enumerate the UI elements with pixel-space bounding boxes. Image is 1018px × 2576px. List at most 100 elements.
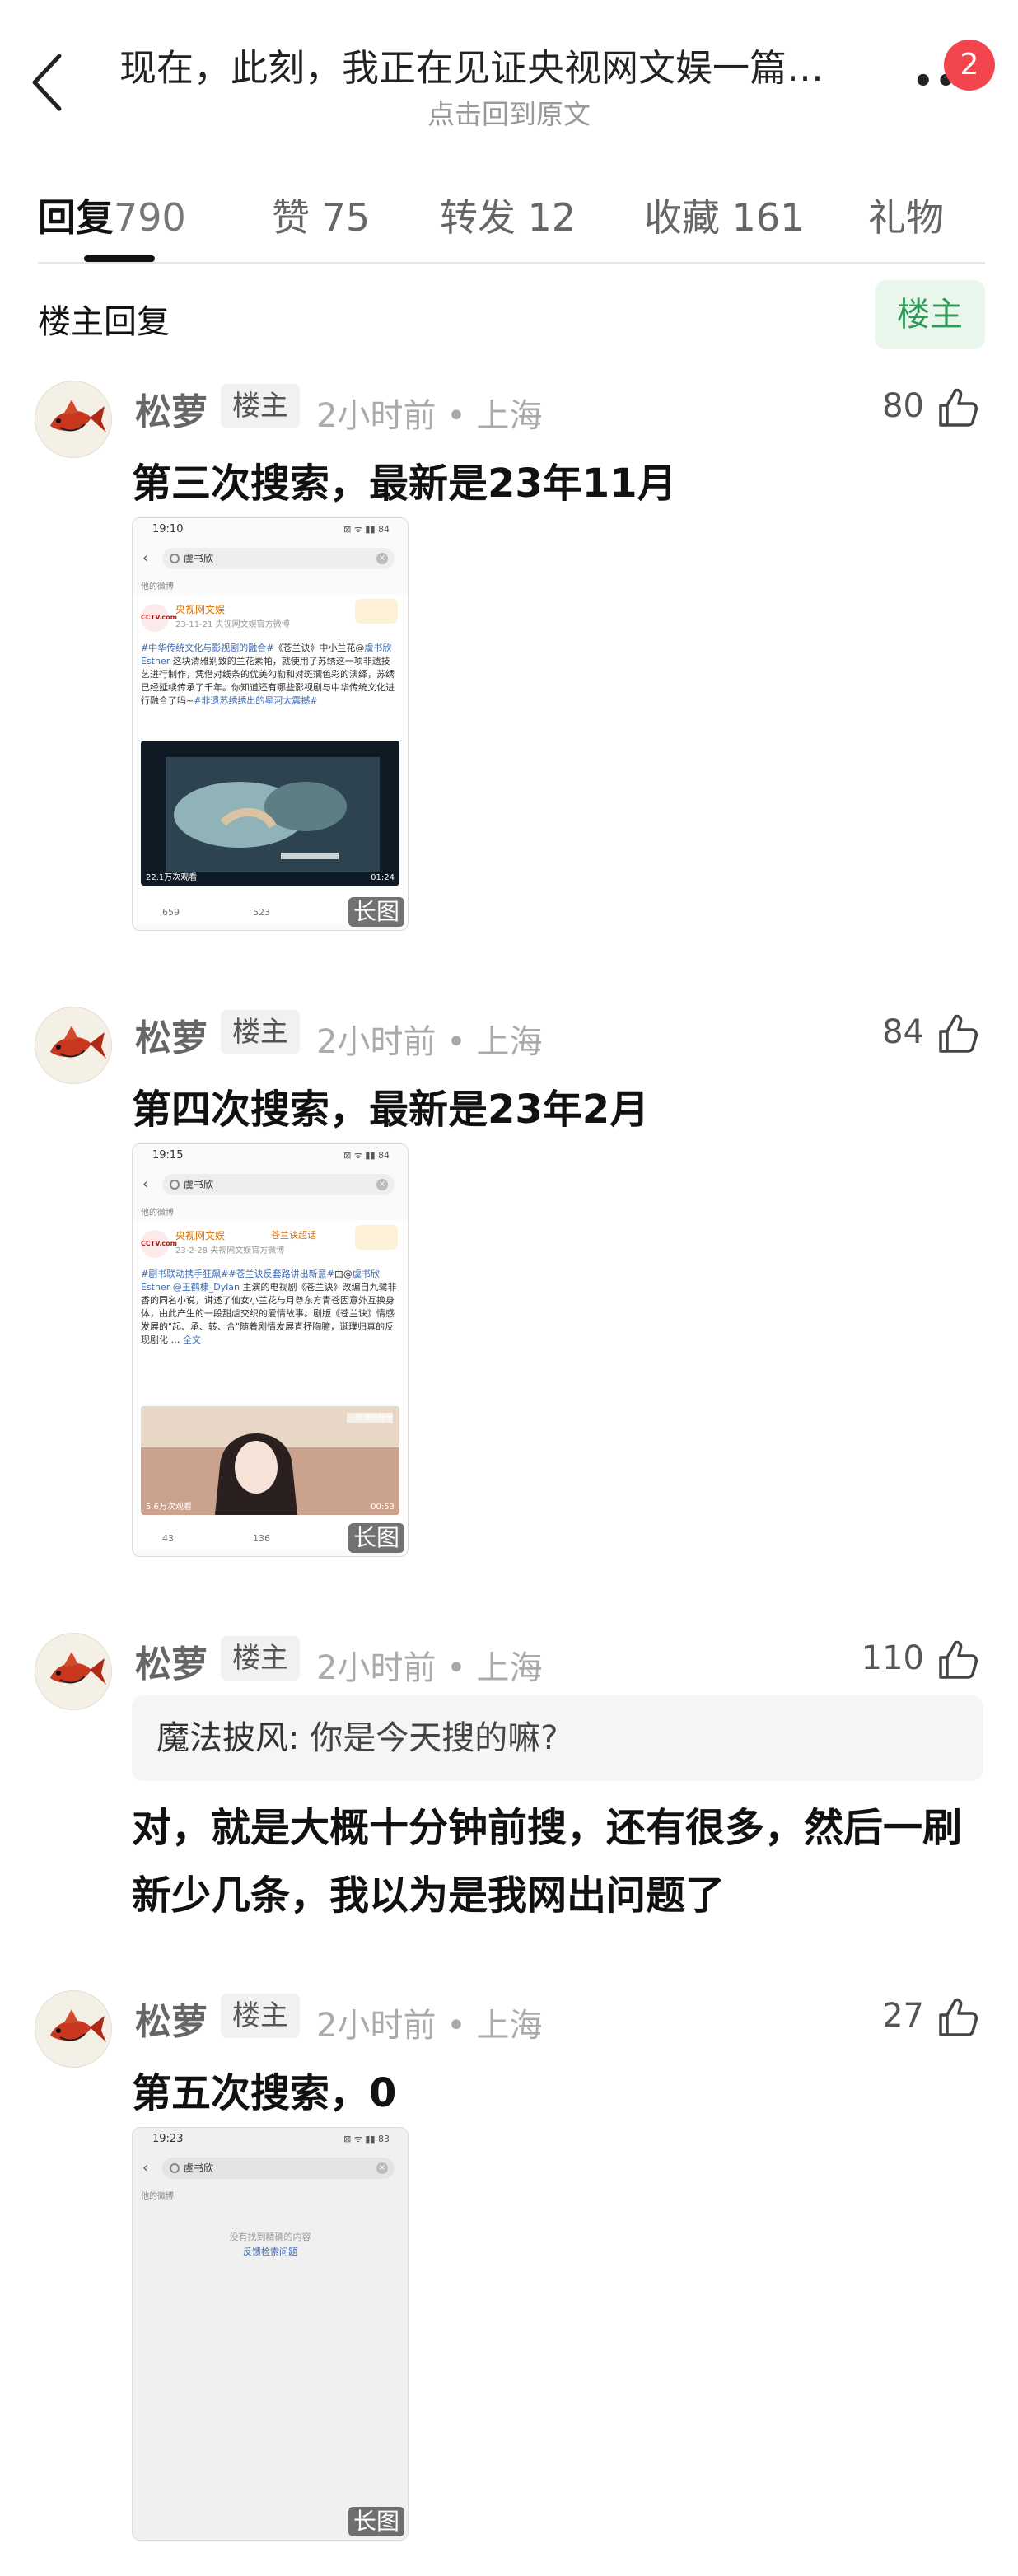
quoted-reply[interactable]: 魔法披风: 你是今天搜的嘛? — [132, 1695, 983, 1781]
comment-item: 松萝 楼主 2小时前 • 上海 80 第三次搜索，最新是23年11月 19:10… — [0, 381, 1018, 957]
commenter-name[interactable]: 松萝 — [135, 1008, 208, 1061]
commenter-name[interactable]: 松萝 — [135, 1634, 208, 1687]
post-title[interactable]: 现在，此刻，我正在见证央视网文娱一篇… — [119, 38, 894, 91]
thumb-topic-tag: 苍兰诀超话 — [271, 1230, 316, 1241]
thumb-video: 微博视频号 5.6万次观看 00:53 — [141, 1406, 399, 1515]
long-image-tag: 长图 — [348, 2507, 404, 2536]
thumb-feedback-link: 反馈检索问题 — [243, 2246, 297, 2257]
thumb-text: 由@ — [334, 1269, 353, 1279]
long-image-tag: 长图 — [348, 897, 404, 927]
thumb-post-text: #中华传统文化与影视剧的融合#《苍兰诀》中小兰花@虞书欣Esther 这块清雅别… — [141, 642, 398, 708]
thumb-clear-icon: × — [376, 1179, 388, 1190]
tab-reposts-count: 12 — [527, 195, 577, 240]
comment-text: 第四次搜索，最新是23年2月 — [132, 1087, 650, 1133]
goldfish-avatar-icon — [35, 1007, 111, 1083]
thumb-hashtag: #中华传统文化与影视剧的融合# — [141, 643, 274, 653]
thumb-video-views: 22.1万次观看 — [146, 873, 198, 882]
avatar[interactable] — [35, 1990, 112, 2068]
thumb-back-icon: ‹ — [142, 1176, 149, 1193]
thumb-clear-icon: × — [376, 2162, 388, 2174]
thumb-weibo-card: CCTV.com 央视网文娱 23-11-21 央视网文娱官方微博 #中华传统文… — [133, 594, 408, 923]
thumb-post-text: #剧书联动携手狂飙##苍兰诀反套路讲出新意#由@虞书欣Esther @王鹤棣_D… — [141, 1268, 398, 1347]
thumb-search-query: 虞书欣 — [162, 548, 395, 569]
comment-item: 松萝 楼主 2小时前 • 上海 84 第四次搜索，最新是23年2月 19:15 … — [0, 1007, 1018, 1583]
commenter-name[interactable]: 松萝 — [135, 1992, 208, 2045]
goldfish-avatar-icon — [35, 1991, 111, 2067]
screenshot-thumbnail[interactable]: 19:15 ⊠ ᯤ ▮▮ 84 ‹ 虞书欣 × 他的微博 CCTV.com 央视… — [132, 1143, 409, 1557]
top-bar: 现在，此刻，我正在见证央视网文娱一篇… 点击回到原文 •• 2 — [0, 0, 1018, 140]
comment-meta: 2小时前 • 上海 — [316, 2007, 543, 2045]
tab-favorites-label: 收藏 — [644, 195, 720, 240]
comment-item: 松萝 楼主 2小时前 • 上海 27 第五次搜索，0 19:23 ⊠ ᯤ ▮▮ … — [0, 1990, 1018, 2567]
back-to-original-link[interactable]: 点击回到原文 — [0, 92, 1018, 132]
thumb-search-query: 虞书欣 — [162, 2158, 395, 2179]
thumb-video-views: 5.6万次观看 — [146, 1503, 192, 1512]
thumb-back-icon: ‹ — [142, 549, 149, 567]
thumb-repost-count: 659 — [162, 907, 180, 918]
host-tag: 楼主 — [221, 384, 300, 428]
thumb-search-bar: ‹ 虞书欣 × — [142, 2158, 396, 2181]
thumb-section-label: 他的微博 — [141, 2192, 174, 2201]
goldfish-avatar-icon — [35, 1634, 111, 1709]
screenshot-thumbnail[interactable]: 19:23 ⊠ ᯤ ▮▮ 83 ‹ 虞书欣 × 他的微博 没有找到精确的内容 反… — [132, 2127, 409, 2541]
thumb-repost-count: 43 — [162, 1533, 174, 1544]
avatar[interactable] — [35, 1007, 112, 1084]
thumb-search-bar: ‹ 虞书欣 × — [142, 548, 396, 571]
section-title: 楼主回复 — [38, 303, 170, 341]
host-tag: 楼主 — [221, 1636, 300, 1681]
tab-reposts[interactable]: 转发 12 — [440, 188, 576, 242]
tab-favorites[interactable]: 收藏 161 — [644, 188, 804, 242]
goldfish-avatar-icon — [35, 381, 111, 457]
thumb-search-bar: ‹ 虞书欣 × — [142, 1174, 396, 1197]
comment-meta: 2小时前 • 上海 — [316, 1649, 543, 1687]
tab-bar: 回复790 赞 75 转发 12 收藏 161 礼物 — [0, 173, 1018, 264]
video-still-icon — [141, 741, 399, 886]
tab-replies[interactable]: 回复790 — [38, 188, 186, 242]
host-tag: 楼主 — [221, 1994, 300, 2038]
thumb-status-icons: ⊠ ᯤ ▮▮ 83 — [343, 2134, 390, 2144]
like-count: 27 — [882, 1997, 924, 2035]
thumb-clear-icon: × — [376, 553, 388, 564]
comment-text: 对，就是大概十分钟前搜，还有很多，然后一刷新少几条，我以为是我网出问题了 — [132, 1805, 963, 1919]
like-button[interactable]: 84 — [857, 1012, 980, 1058]
thumb-time: 19:23 — [152, 2133, 184, 2145]
tab-likes-count: 75 — [321, 195, 371, 240]
thumb-video-duration: 00:53 — [371, 1503, 395, 1512]
thumb-hashtag: #非遗苏绣绣出的星河太震撼# — [194, 695, 318, 706]
thumbs-up-icon — [939, 1014, 978, 1053]
like-button[interactable]: 110 — [857, 1638, 980, 1684]
tab-replies-count: 790 — [114, 195, 186, 240]
thumb-video: 22.1万次观看 01:24 — [141, 741, 399, 886]
screenshot-thumbnail[interactable]: 19:10 ⊠ ᯤ ▮▮ 84 ‹ 虞书欣 × 他的微博 CCTV.com 央视… — [132, 517, 409, 931]
avatar[interactable] — [35, 381, 112, 458]
active-tab-indicator — [84, 255, 155, 262]
thumb-search-query: 虞书欣 — [162, 1174, 395, 1195]
thumb-empty-message: 没有找到精确的内容 — [229, 2232, 311, 2242]
thumb-section-label: 他的微博 — [141, 582, 174, 591]
like-count: 84 — [882, 1013, 924, 1051]
host-filter-button[interactable]: 楼主 — [875, 280, 985, 349]
thumb-status-bar: 19:15 ⊠ ᯤ ▮▮ 84 — [133, 1144, 408, 1167]
long-image-tag: 长图 — [348, 1523, 404, 1553]
thumb-status-bar: 19:10 ⊠ ᯤ ▮▮ 84 — [133, 518, 408, 541]
tab-gifts[interactable]: 礼物 — [868, 188, 944, 242]
like-button[interactable]: 27 — [857, 1995, 980, 2041]
comment-meta: 2小时前 • 上海 — [316, 1023, 543, 1061]
like-count: 110 — [861, 1639, 924, 1677]
thumbs-up-icon — [939, 388, 978, 427]
commenter-name[interactable]: 松萝 — [135, 382, 208, 435]
thumb-decoration — [355, 1225, 398, 1250]
tab-likes[interactable]: 赞 75 — [272, 188, 370, 242]
thumbs-up-icon — [939, 1640, 978, 1679]
quoted-text: 你是今天搜的嘛? — [299, 1719, 558, 1757]
notification-badge[interactable]: 2 — [944, 40, 995, 91]
thumb-author-avatar: CCTV.com — [141, 1230, 177, 1258]
thumb-expand-link: 全文 — [183, 1335, 201, 1345]
quoted-user: 魔法披风: — [156, 1719, 300, 1757]
tab-gifts-label: 礼物 — [868, 195, 944, 240]
thumb-text: 《苍兰诀》中小兰花@ — [273, 643, 365, 653]
thumb-post-date: 23-11-21 央视网文娱官方微博 — [175, 620, 290, 629]
thumb-status-icons: ⊠ ᯤ ▮▮ 84 — [343, 1150, 390, 1161]
like-button[interactable]: 80 — [857, 386, 980, 432]
avatar[interactable] — [35, 1633, 112, 1710]
